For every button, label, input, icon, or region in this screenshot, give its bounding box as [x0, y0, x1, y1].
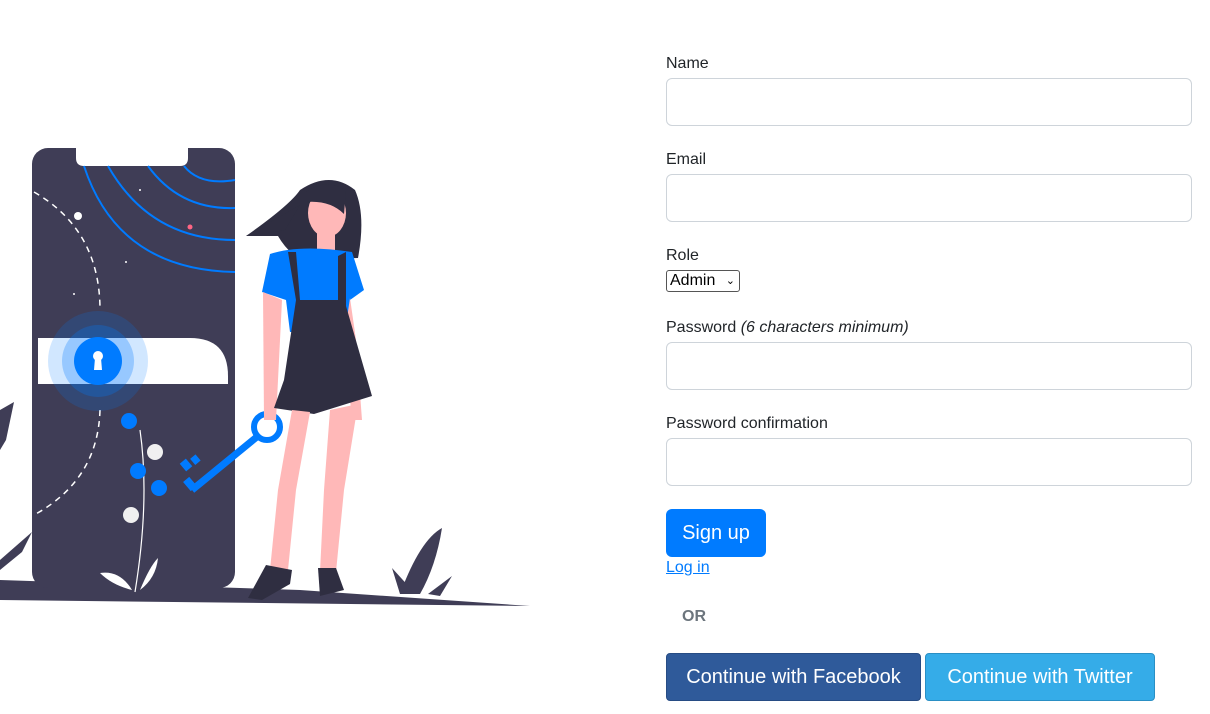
flower-dot	[121, 413, 137, 429]
password-confirmation-group: Password confirmation	[666, 414, 1192, 486]
password-confirmation-label: Password confirmation	[666, 415, 828, 432]
role-selected-value: Admin	[670, 272, 716, 289]
name-input[interactable]	[666, 78, 1192, 126]
continue-with-twitter-button[interactable]: Continue with Twitter	[925, 653, 1155, 701]
leaf-left-bottom	[0, 532, 32, 570]
or-divider: OR	[682, 608, 706, 625]
phone-notch	[76, 148, 188, 166]
password-confirmation-input[interactable]	[666, 438, 1192, 486]
email-input[interactable]	[666, 174, 1192, 222]
role-label: Role	[666, 247, 699, 264]
password-input[interactable]	[666, 342, 1192, 390]
role-select[interactable]: Admin ⌄	[666, 270, 740, 292]
woman-figure	[246, 180, 372, 600]
name-group: Name	[666, 54, 1192, 126]
password-label-text: Password	[666, 319, 737, 336]
star-dot	[74, 212, 82, 220]
login-link[interactable]: Log in	[666, 558, 710, 578]
password-label: Password (6 characters minimum)	[666, 318, 1192, 338]
signup-page: Name Email Role Admin ⌄ Password (6 char…	[0, 0, 1210, 714]
continue-with-facebook-button[interactable]: Continue with Facebook	[666, 653, 921, 701]
email-group: Email	[666, 150, 1192, 222]
signup-button[interactable]: Sign up	[666, 509, 766, 557]
name-label: Name	[666, 55, 709, 72]
phone-lock-key-illustration	[0, 148, 530, 606]
star-dot-red	[187, 224, 193, 230]
password-hint: (6 characters minimum)	[740, 319, 909, 336]
chevron-down-icon: ⌄	[725, 274, 735, 287]
security-illustration	[0, 0, 560, 714]
role-group: Role Admin ⌄	[666, 246, 740, 292]
leaf-left-top	[0, 402, 14, 450]
password-group: Password (6 characters minimum)	[666, 318, 1192, 390]
email-label: Email	[666, 151, 707, 168]
